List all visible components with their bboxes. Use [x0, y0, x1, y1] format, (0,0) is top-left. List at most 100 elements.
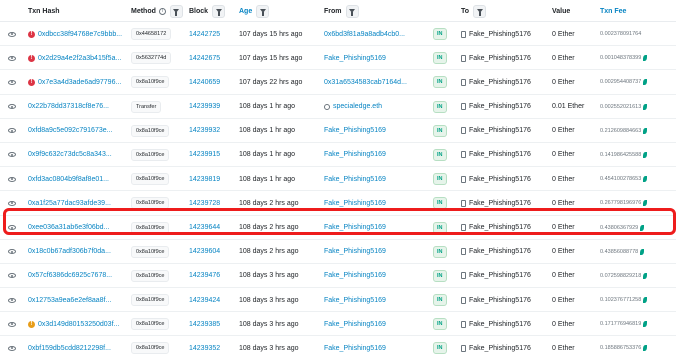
from-address-link[interactable]: 0x31a6534583cab7164d...	[324, 79, 407, 86]
txn-hash-link[interactable]: 0x12753a9ea6e2ef8aa8f...	[28, 297, 111, 304]
to-address-text[interactable]: Fake_Phishing5176	[469, 151, 531, 158]
txn-hash-cell: 0xee036a31ab6e3f06bd...	[28, 216, 124, 240]
from-address-link[interactable]: Fake_Phishing5169	[324, 200, 386, 207]
block-link[interactable]: 14239819	[189, 176, 220, 183]
to-filter-button[interactable]	[473, 4, 487, 18]
from-cell: Fake_Phishing5169	[324, 167, 426, 191]
txn-hash-link[interactable]: 0xa1f25a77dac93afde39...	[28, 200, 111, 207]
block-link[interactable]: 14242675	[189, 55, 220, 62]
column-label: Value	[552, 7, 571, 15]
txn-hash-link[interactable]: 0xfd8a9c5e092c791673e...	[28, 127, 112, 134]
block-link[interactable]: 14239932	[189, 127, 220, 134]
eye-icon	[8, 345, 16, 351]
direction-cell: IN	[433, 216, 453, 240]
block-link[interactable]: 14242725	[189, 31, 220, 38]
txn-hash-link[interactable]: 0xdbcc38f94768e7c9bbb...	[38, 31, 122, 38]
to-address-text[interactable]: Fake_Phishing5176	[469, 345, 531, 352]
from-cell: 0x31a6534583cab7164d...	[324, 70, 426, 94]
row-preview-button[interactable]	[8, 119, 22, 143]
from-address-link[interactable]: Fake_Phishing5169	[324, 224, 386, 231]
txn-hash-link[interactable]: 0x7e3a4d3ade6ad97796...	[38, 79, 121, 86]
value-cell: 0 Ether	[552, 22, 596, 46]
from-address-link[interactable]: Fake_Phishing5169	[324, 345, 386, 352]
leaf-icon	[643, 321, 648, 328]
info-icon[interactable]: i	[158, 7, 166, 15]
from-address-link[interactable]: 0x6bd3f81a9a8adb4cb0...	[324, 31, 405, 38]
to-address-text[interactable]: Fake_Phishing5176	[469, 127, 531, 134]
txn-fee-toggle-link[interactable]: Txn Fee	[600, 8, 626, 15]
to-cell: Fake_Phishing5176	[461, 240, 553, 264]
row-preview-button[interactable]	[8, 312, 22, 336]
to-address-text[interactable]: Fake_Phishing5176	[469, 55, 531, 62]
txn-hash-link[interactable]: 0xfd3ac0804b9f8af8e01...	[28, 176, 109, 183]
txn-hash-link[interactable]: 0x2d29a4e2f2a3b415f5a...	[38, 55, 121, 62]
block-link[interactable]: 14239352	[189, 345, 220, 352]
from-filter-button[interactable]	[345, 4, 359, 18]
from-address-link[interactable]: Fake_Phishing5169	[324, 272, 386, 279]
row-preview-button[interactable]	[8, 288, 22, 312]
row-preview-button[interactable]	[8, 264, 22, 288]
method-badge: 0x44658172	[131, 28, 172, 40]
funnel-icon	[173, 9, 180, 16]
from-address-link[interactable]: Fake_Phishing5169	[324, 176, 386, 183]
block-link[interactable]: 14239728	[189, 200, 220, 207]
txn-fee-cell: 0.454100278653	[600, 167, 672, 191]
row-preview-button[interactable]	[8, 143, 22, 167]
to-address-text[interactable]: Fake_Phishing5176	[469, 103, 531, 110]
to-address-text[interactable]: Fake_Phishing5176	[469, 297, 531, 304]
row-preview-button[interactable]	[8, 191, 22, 215]
txn-fee-cell: 0.171776946819	[600, 312, 672, 336]
txn-hash-link[interactable]: 0x9f9c632c73dc5c8a343...	[28, 151, 112, 158]
row-preview-button[interactable]	[8, 70, 22, 94]
to-address-text[interactable]: Fake_Phishing5176	[469, 321, 531, 328]
block-link[interactable]: 14239476	[189, 272, 220, 279]
row-preview-button[interactable]	[8, 336, 22, 355]
to-address-text[interactable]: Fake_Phishing5176	[469, 248, 531, 255]
txn-hash-link[interactable]: 0x3d149d80153250d03f...	[38, 321, 119, 328]
direction-cell: IN	[433, 288, 453, 312]
contract-icon	[324, 103, 330, 110]
row-preview-button[interactable]	[8, 22, 22, 46]
from-address-link[interactable]: Fake_Phishing5169	[324, 248, 386, 255]
to-address-text[interactable]: Fake_Phishing5176	[469, 79, 531, 86]
to-address-text[interactable]: Fake_Phishing5176	[469, 224, 531, 231]
block-link[interactable]: 14239385	[189, 321, 220, 328]
block-filter-button[interactable]	[212, 4, 226, 18]
block-link[interactable]: 14239604	[189, 248, 220, 255]
row-preview-button[interactable]	[8, 95, 22, 119]
method-filter-button[interactable]	[169, 4, 183, 18]
eye-icon	[8, 297, 16, 303]
from-address-link[interactable]: specialedge.eth	[333, 103, 382, 110]
txn-hash-link[interactable]: 0x22b78dd37318cf8e76...	[28, 103, 109, 110]
txn-hash-link[interactable]: 0x18c0b67adf306b7f0da...	[28, 248, 111, 255]
row-preview-button[interactable]	[8, 216, 22, 240]
txn-hash-link[interactable]: 0x57cf6386dc6925c7678...	[28, 272, 112, 279]
block-link[interactable]: 14240659	[189, 79, 220, 86]
from-address-link[interactable]: Fake_Phishing5169	[324, 55, 386, 62]
age-toggle-link[interactable]: Age	[239, 8, 252, 15]
txn-hash-link[interactable]: 0xbf159db5cdd8212298f...	[28, 345, 111, 352]
txn-hash-cell: 0x18c0b67adf306b7f0da...	[28, 240, 124, 264]
block-cell: 14239915	[189, 143, 229, 167]
block-link[interactable]: 14239939	[189, 103, 220, 110]
column-header-method: Method i	[131, 0, 183, 22]
from-address-link[interactable]: Fake_Phishing5169	[324, 127, 386, 134]
to-address-text[interactable]: Fake_Phishing5176	[469, 200, 531, 207]
value-cell: 0 Ether	[552, 119, 596, 143]
txn-hash-link[interactable]: 0xee036a31ab6e3f06bd...	[28, 224, 109, 231]
row-preview-button[interactable]	[8, 240, 22, 264]
to-address-text[interactable]: Fake_Phishing5176	[469, 31, 531, 38]
block-link[interactable]: 14239644	[189, 224, 220, 231]
row-preview-button[interactable]	[8, 167, 22, 191]
to-address-text[interactable]: Fake_Phishing5176	[469, 176, 531, 183]
to-cell: Fake_Phishing5176	[461, 143, 553, 167]
from-address-link[interactable]: Fake_Phishing5169	[324, 151, 386, 158]
from-address-link[interactable]: Fake_Phishing5169	[324, 297, 386, 304]
from-address-link[interactable]: Fake_Phishing5169	[324, 321, 386, 328]
block-link[interactable]: 14239424	[189, 297, 220, 304]
method-cell: 0x8a10f9ce	[131, 312, 181, 336]
block-link[interactable]: 14239915	[189, 151, 220, 158]
age-filter-button[interactable]	[256, 4, 270, 18]
to-address-text[interactable]: Fake_Phishing5176	[469, 272, 531, 279]
row-preview-button[interactable]	[8, 46, 22, 70]
